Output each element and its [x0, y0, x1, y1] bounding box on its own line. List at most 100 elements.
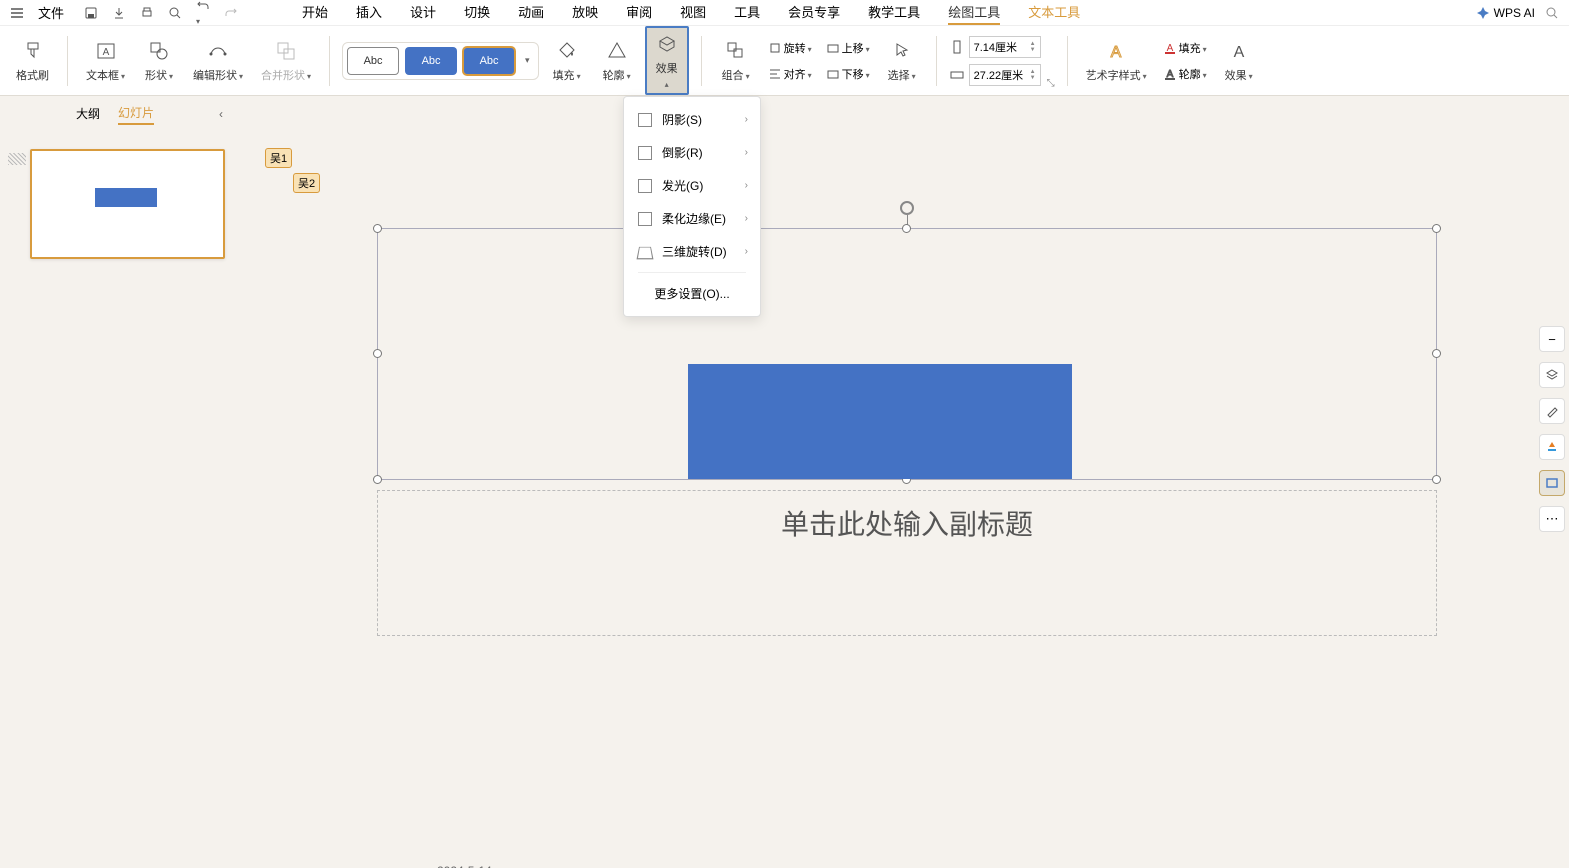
menu-glow[interactable]: 发光(G)› — [624, 169, 760, 202]
resize-handle-br[interactable] — [1432, 475, 1441, 484]
width-input[interactable]: 27.22厘米▲▼ — [969, 64, 1041, 86]
move-up-button[interactable]: 上移 — [822, 38, 874, 58]
effects-icon — [655, 32, 679, 56]
edit-shape-icon — [206, 39, 230, 63]
tab-view[interactable]: 视图 — [680, 0, 706, 25]
tab-design[interactable]: 设计 — [410, 0, 436, 25]
shapes-button[interactable]: 形状 — [137, 35, 181, 87]
glow-icon — [638, 179, 652, 193]
svg-text:A: A — [1233, 44, 1244, 61]
shape-effects-button[interactable]: 效果▴ — [645, 26, 689, 95]
pen-button[interactable] — [1539, 398, 1565, 424]
shape-fill-button[interactable]: 填充 — [545, 35, 589, 87]
style-preset-3[interactable]: Abc — [463, 47, 515, 75]
wordart-icon: A — [1104, 39, 1128, 63]
comment-tag-1[interactable]: 吴1 — [265, 148, 292, 168]
size-dialog-launcher-icon[interactable]: ⤡ — [1047, 78, 1055, 89]
menu-more-settings[interactable]: 更多设置(O)... — [624, 277, 760, 310]
select-button[interactable]: 选择 — [880, 35, 924, 87]
select-icon — [890, 39, 914, 63]
wps-ai-button[interactable]: WPS AI — [1476, 6, 1535, 20]
align-button[interactable]: 对齐 — [764, 64, 816, 84]
more-button[interactable]: ⋯ — [1539, 506, 1565, 532]
slide-date-footer: 2024-5-14 — [437, 864, 492, 868]
tab-slides[interactable]: 幻灯片 — [118, 102, 154, 125]
panel-tabs: 大纲 幻灯片 ‹ — [0, 96, 235, 131]
preview-icon[interactable] — [168, 6, 182, 20]
tab-tools[interactable]: 工具 — [734, 0, 760, 25]
resize-handle-tm[interactable] — [902, 224, 911, 233]
tab-slideshow[interactable]: 放映 — [572, 0, 598, 25]
tab-drawing-tools[interactable]: 绘图工具 — [948, 0, 1000, 25]
menu-reflection[interactable]: 倒影(R)› — [624, 136, 760, 169]
menu-shadow[interactable]: 阴影(S)› — [624, 103, 760, 136]
shape-style-gallery[interactable]: Abc Abc Abc ▾ — [342, 42, 539, 80]
redo-icon[interactable] — [224, 6, 238, 20]
tab-text-tools[interactable]: 文本工具 — [1028, 0, 1080, 25]
rotate-button[interactable]: 旋转 — [764, 38, 816, 58]
text-effects-button[interactable]: A 效果 — [1217, 35, 1261, 87]
menu-3d-rotation[interactable]: 三维旋转(D)› — [624, 235, 760, 268]
comment-tag-2[interactable]: 吴2 — [293, 173, 320, 193]
color-button[interactable] — [1539, 434, 1565, 460]
export-icon[interactable] — [112, 6, 126, 20]
chevron-right-icon: › — [745, 147, 748, 158]
resize-handle-tl[interactable] — [373, 224, 382, 233]
height-input[interactable]: 7.14厘米▲▼ — [969, 36, 1041, 58]
wordart-style-button[interactable]: A 艺术字样式 — [1080, 35, 1153, 87]
menu-soft-edge[interactable]: 柔化边缘(E)› — [624, 202, 760, 235]
text-effects-icon: A — [1227, 39, 1251, 63]
zoom-out-button[interactable]: − — [1539, 326, 1565, 352]
resize-handle-mr[interactable] — [1432, 349, 1441, 358]
undo-icon[interactable]: ▾ — [196, 0, 210, 27]
canvas[interactable]: 吴1 吴2 单击此处输入副标题 2024-5-14 − ⋯ — [235, 96, 1569, 868]
text-outline-button[interactable]: A轮廓 — [1159, 64, 1211, 84]
text-fill-button[interactable]: A填充 — [1159, 38, 1211, 58]
reflection-icon — [638, 146, 652, 160]
width-icon — [949, 67, 965, 83]
textbox-button[interactable]: A 文本框 — [80, 35, 131, 87]
print-icon[interactable] — [140, 6, 154, 20]
layers-button[interactable] — [1539, 362, 1565, 388]
hamburger-icon[interactable] — [10, 6, 24, 20]
slide-thumbnail-1[interactable] — [30, 149, 225, 259]
tab-home[interactable]: 开始 — [302, 0, 328, 25]
panel-button[interactable] — [1539, 470, 1565, 496]
move-down-button[interactable]: 下移 — [822, 64, 874, 84]
file-menu[interactable]: 文件 — [38, 3, 64, 22]
format-painter-button[interactable]: 格式刷 — [10, 35, 55, 87]
style-preset-2[interactable]: Abc — [405, 47, 457, 75]
tab-teaching[interactable]: 教学工具 — [868, 0, 920, 25]
tab-animation[interactable]: 动画 — [518, 0, 544, 25]
subtitle-text: 单击此处输入副标题 — [781, 503, 1033, 543]
shape-outline-button[interactable]: 轮廓 — [595, 35, 639, 87]
selected-title-placeholder[interactable] — [377, 228, 1437, 480]
resize-handle-bl[interactable] — [373, 475, 382, 484]
style-gallery-expand-icon[interactable]: ▾ — [521, 55, 534, 66]
soft-edge-icon — [638, 212, 652, 226]
ribbon-tabs: 开始 插入 设计 切换 动画 放映 审阅 视图 工具 会员专享 教学工具 绘图工… — [302, 0, 1080, 25]
resize-handle-ml[interactable] — [373, 349, 382, 358]
tab-outline[interactable]: 大纲 — [76, 103, 100, 124]
slide-editor: 单击此处输入副标题 2024-5-14 — [340, 140, 1462, 770]
tab-transition[interactable]: 切换 — [464, 0, 490, 25]
collapse-panel-icon[interactable]: ‹ — [219, 107, 223, 121]
ribbon: 格式刷 A 文本框 形状 编辑形状 合并形状 Abc Abc Abc ▾ 填充 … — [0, 26, 1569, 96]
edit-shape-button[interactable]: 编辑形状 — [187, 35, 249, 87]
thumbnail-list — [0, 131, 235, 269]
group-button[interactable]: 组合 — [714, 35, 758, 87]
style-preset-1[interactable]: Abc — [347, 47, 399, 75]
tab-member[interactable]: 会员专享 — [788, 0, 840, 25]
subtitle-placeholder[interactable]: 单击此处输入副标题 — [377, 490, 1437, 636]
tab-insert[interactable]: 插入 — [356, 0, 382, 25]
tab-review[interactable]: 审阅 — [626, 0, 652, 25]
rotation-3d-icon — [637, 246, 654, 259]
transition-indicator-icon — [8, 153, 26, 165]
height-icon — [949, 39, 965, 55]
rotation-handle[interactable] — [900, 201, 914, 215]
resize-handle-tr[interactable] — [1432, 224, 1441, 233]
save-icon[interactable] — [84, 6, 98, 20]
merge-shape-icon — [274, 39, 298, 63]
search-icon[interactable] — [1545, 6, 1559, 20]
blue-rectangle-shape[interactable] — [688, 364, 1072, 479]
